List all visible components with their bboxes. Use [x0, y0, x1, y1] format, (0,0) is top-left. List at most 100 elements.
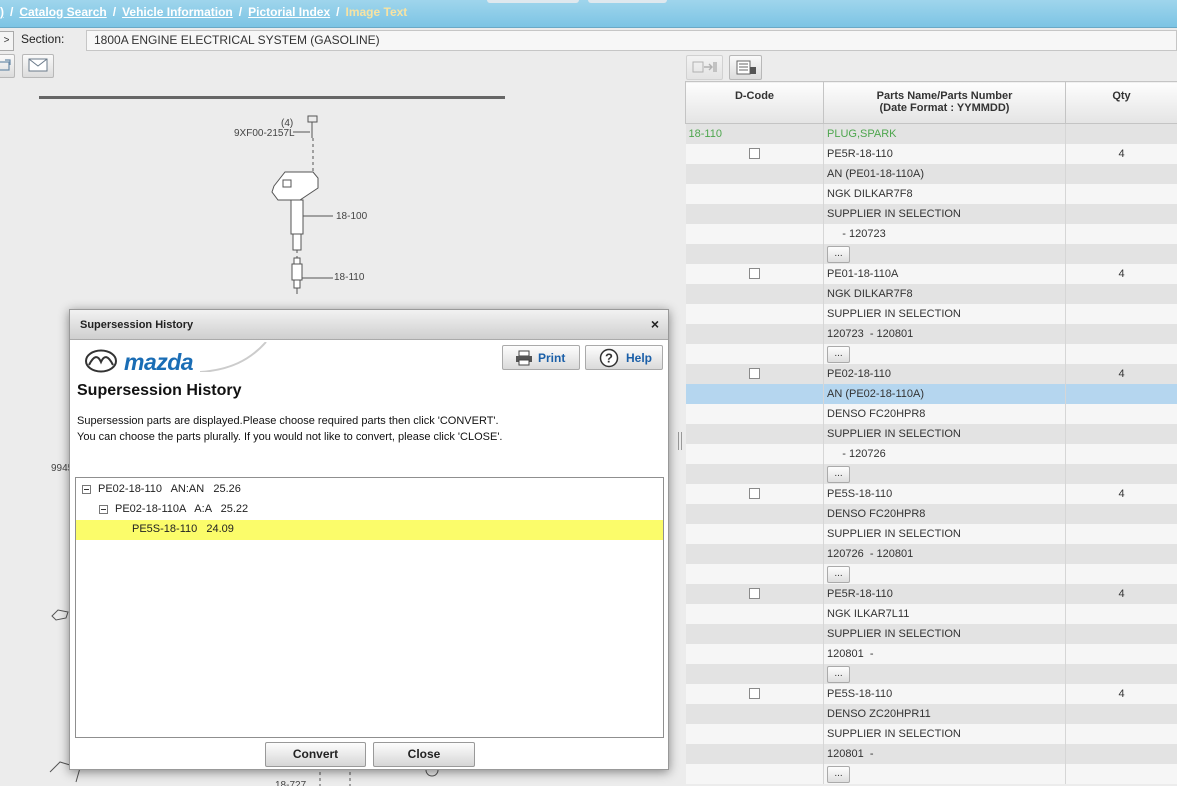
qty-cell: [1065, 123, 1177, 144]
collapse-toggle-icon[interactable]: [99, 505, 108, 514]
close-button[interactable]: Close: [373, 742, 475, 767]
mail-button[interactable]: [22, 54, 54, 78]
table-row[interactable]: NGK DILKAR7F8: [685, 183, 1177, 204]
breadcrumb-pictorial-index[interactable]: Pictorial Index: [248, 5, 330, 19]
dcode-column-header[interactable]: D-Code: [685, 81, 824, 124]
more-details-button[interactable]: ...: [827, 346, 850, 363]
table-row[interactable]: SUPPLIER IN SELECTION: [685, 623, 1177, 644]
parts-name-cell: 120801 -: [823, 643, 1066, 664]
dcode-cell: [685, 643, 824, 664]
qty-cell: 4: [1065, 363, 1177, 384]
table-row[interactable]: PE5R-18-110 4: [685, 143, 1177, 164]
help-button[interactable]: ? Help: [585, 345, 663, 370]
table-row[interactable]: - 120726: [685, 443, 1177, 464]
category-row[interactable]: 18-110 PLUG,SPARK: [685, 123, 1177, 144]
table-row[interactable]: SUPPLIER IN SELECTION: [685, 723, 1177, 744]
diagram-label[interactable]: 18-110: [334, 272, 364, 283]
more-details-button[interactable]: ...: [827, 666, 850, 683]
table-row[interactable]: SUPPLIER IN SELECTION: [685, 303, 1177, 324]
qty-cell: [1065, 663, 1177, 684]
print-button-label: Print: [538, 351, 566, 365]
more-details-button[interactable]: ...: [827, 566, 850, 583]
parts-name-column-header[interactable]: Parts Name/Parts Number (Date Format : YY…: [823, 81, 1066, 124]
more-details-button[interactable]: ...: [827, 466, 850, 483]
breadcrumb-catalog-search[interactable]: Catalog Search: [19, 5, 106, 19]
table-row[interactable]: DENSO FC20HPR8: [685, 503, 1177, 524]
dialog-close-icon[interactable]: ×: [651, 316, 659, 332]
row-checkbox[interactable]: [748, 488, 760, 500]
section-field[interactable]: 1800A ENGINE ELECTRICAL SYSTEM (GASOLINE…: [86, 30, 1177, 51]
table-row[interactable]: AN (PE02-18-110A): [685, 383, 1177, 404]
qty-cell: [1065, 303, 1177, 324]
table-row[interactable]: 120801 -: [685, 643, 1177, 664]
qty-cell: [1065, 503, 1177, 524]
dcode-cell: 18-110: [685, 123, 824, 144]
qty-column-header[interactable]: Qty: [1065, 81, 1177, 124]
collapse-toggle-icon[interactable]: [82, 485, 91, 494]
table-row[interactable]: ...: [685, 243, 1177, 264]
dcode-cell: [685, 223, 824, 244]
table-row[interactable]: 120723 - 120801: [685, 323, 1177, 344]
header-line: (Date Format : YYMMDD): [879, 102, 1010, 114]
row-checkbox[interactable]: [748, 368, 760, 380]
table-row[interactable]: ...: [685, 463, 1177, 484]
table-row[interactable]: PE5R-18-110 4: [685, 583, 1177, 604]
tree-node[interactable]: PE5S-18-110 24.09: [76, 520, 663, 540]
dcode-cell: [685, 523, 824, 544]
breadcrumb-separator: /: [112, 5, 117, 19]
dialog-titlebar[interactable]: Supersession History ×: [70, 310, 668, 340]
print-button[interactable]: Print: [502, 345, 580, 370]
diagram-label[interactable]: 9XF00-2157L: [234, 128, 295, 139]
breadcrumb-vehicle-information[interactable]: Vehicle Information: [122, 5, 233, 19]
table-row[interactable]: DENSO ZC20HPR11: [685, 703, 1177, 724]
convert-button[interactable]: Convert: [265, 742, 366, 767]
table-row[interactable]: 120726 - 120801: [685, 543, 1177, 564]
tree-node[interactable]: PE02-18-110 AN:AN 25.26: [76, 480, 663, 500]
table-row[interactable]: ...: [685, 563, 1177, 584]
row-checkbox[interactable]: [748, 268, 760, 280]
more-details-button[interactable]: ...: [827, 246, 850, 263]
row-checkbox[interactable]: [748, 688, 760, 700]
dialog-description: Supersession parts are displayed.Please …: [77, 413, 502, 445]
table-row[interactable]: PE01-18-110A 4: [685, 263, 1177, 284]
row-checkbox[interactable]: [748, 588, 760, 600]
table-row[interactable]: - 120723: [685, 223, 1177, 244]
table-row[interactable]: SUPPLIER IN SELECTION: [685, 423, 1177, 444]
tree-node[interactable]: PE02-18-110A A:A 25.22: [76, 500, 663, 520]
table-row[interactable]: SUPPLIER IN SELECTION: [685, 203, 1177, 224]
diagram-label[interactable]: 18-100: [336, 211, 367, 222]
qty-cell: [1065, 463, 1177, 484]
diagram-label[interactable]: 18-727: [275, 780, 306, 786]
parts-list-button[interactable]: [729, 55, 762, 80]
qty-cell: [1065, 443, 1177, 464]
parts-name-cell: 120726 - 120801: [823, 543, 1066, 564]
table-row[interactable]: NGK DILKAR7F8: [685, 283, 1177, 304]
table-row[interactable]: DENSO FC20HPR8: [685, 403, 1177, 424]
export-image-button[interactable]: [0, 54, 15, 78]
breadcrumb-lead-link[interactable]: ): [0, 5, 4, 19]
row-checkbox[interactable]: [748, 148, 760, 160]
table-row[interactable]: SUPPLIER IN SELECTION: [685, 523, 1177, 544]
table-row[interactable]: PE5S-18-110 4: [685, 483, 1177, 504]
dcode-cell: [685, 423, 824, 444]
table-row[interactable]: PE5S-18-110 4: [685, 683, 1177, 704]
table-row[interactable]: NGK ILKAR7L11: [685, 603, 1177, 624]
table-row[interactable]: ...: [685, 763, 1177, 784]
row-select-cell: [685, 143, 824, 164]
dcode-cell: [685, 183, 824, 204]
pane-splitter[interactable]: [678, 432, 682, 450]
table-row[interactable]: ...: [685, 663, 1177, 684]
parts-name-cell: NGK DILKAR7F8: [823, 283, 1066, 304]
table-row[interactable]: AN (PE01-18-110A): [685, 163, 1177, 184]
table-row[interactable]: ...: [685, 343, 1177, 364]
printer-icon: [516, 350, 532, 366]
table-row[interactable]: 120801 -: [685, 743, 1177, 764]
qty-cell: [1065, 283, 1177, 304]
section-nav-button[interactable]: >: [0, 31, 14, 51]
dcode-cell: [685, 723, 824, 744]
qty-cell: [1065, 643, 1177, 664]
more-details-button[interactable]: ...: [827, 766, 850, 783]
add-to-list-button[interactable]: [686, 55, 723, 80]
table-row[interactable]: PE02-18-110 4: [685, 363, 1177, 384]
dialog-heading: Supersession History: [77, 382, 242, 399]
